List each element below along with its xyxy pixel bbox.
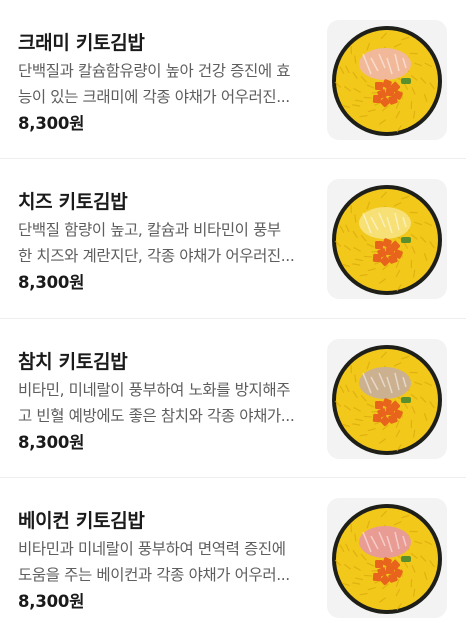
menu-item-thumbnail[interactable] <box>327 339 447 459</box>
menu-item-tuna-kimbap[interactable]: 참치 키토김밥 비타민, 미네랄이 풍부하여 노화를 방지해주 고 빈혈 예방에… <box>0 318 466 476</box>
menu-item-name: 크래미 키토김밥 <box>18 32 145 54</box>
menu-item-price: 8,300원 <box>18 592 85 611</box>
menu-item-thumbnail[interactable] <box>327 498 447 618</box>
menu-item-crab-kimbap[interactable]: 크래미 키토김밥 단백질과 칼슘함유량이 높아 건강 증진에 효 능이 있는 크… <box>0 0 466 157</box>
kimbap-cheese-photo-icon <box>332 185 442 295</box>
menu-item-cheese-kimbap[interactable]: 치즈 키토김밥 단백질 함량이 높고, 칼슘과 비타민이 풍부 한 치즈와 계란… <box>0 158 466 316</box>
menu-item-description: 비타민, 미네랄이 풍부하여 노화를 방지해주 고 빈혈 예방에도 좋은 참치와… <box>18 377 316 429</box>
menu-item-description-line: 단백질과 칼슘함유량이 높아 건강 증진에 효 <box>18 62 291 80</box>
menu-item-thumbnail[interactable] <box>327 20 447 140</box>
menu-item-description-line: 비타민과 미네랄이 풍부하여 면역력 증진에 <box>18 540 286 558</box>
menu-list: 크래미 키토김밥 단백질과 칼슘함유량이 높아 건강 증진에 효 능이 있는 크… <box>0 0 466 635</box>
menu-item-description-line: 단백질 함량이 높고, 칼슘과 비타민이 풍부 <box>18 221 281 239</box>
menu-item-thumbnail[interactable] <box>327 179 447 299</box>
menu-item-description-line: 고 빈혈 예방에도 좋은 참치와 각종 야채가... <box>18 407 295 425</box>
menu-item-name: 참치 키토김밥 <box>18 351 128 373</box>
menu-item-description: 단백질 함량이 높고, 칼슘과 비타민이 풍부 한 치즈와 계란지단, 각종 야… <box>18 217 316 269</box>
menu-item-price: 8,300원 <box>18 114 85 133</box>
menu-item-description-line: 도움을 주는 베이컨과 각종 야채가 어우러... <box>18 566 290 584</box>
menu-item-description: 비타민과 미네랄이 풍부하여 면역력 증진에 도움을 주는 베이컨과 각종 야채… <box>18 536 316 588</box>
menu-item-description-line: 한 치즈와 계란지단, 각종 야채가 어우러진... <box>18 247 295 265</box>
menu-item-description-line: 능이 있는 크래미에 각종 야채가 어우러진... <box>18 88 290 106</box>
kimbap-crab-photo-icon <box>332 26 442 136</box>
kimbap-tuna-photo-icon <box>332 345 442 455</box>
menu-item-description-line: 비타민, 미네랄이 풍부하여 노화를 방지해주 <box>18 381 291 399</box>
menu-item-price: 8,300원 <box>18 433 85 452</box>
menu-item-name: 베이컨 키토김밥 <box>18 510 145 532</box>
menu-item-bacon-kimbap[interactable]: 베이컨 키토김밥 비타민과 미네랄이 풍부하여 면역력 증진에 도움을 주는 베… <box>0 477 466 635</box>
menu-item-price: 8,300원 <box>18 273 85 292</box>
kimbap-bacon-photo-icon <box>332 504 442 614</box>
menu-item-description: 단백질과 칼슘함유량이 높아 건강 증진에 효 능이 있는 크래미에 각종 야채… <box>18 58 316 110</box>
menu-item-name: 치즈 키토김밥 <box>18 191 128 213</box>
